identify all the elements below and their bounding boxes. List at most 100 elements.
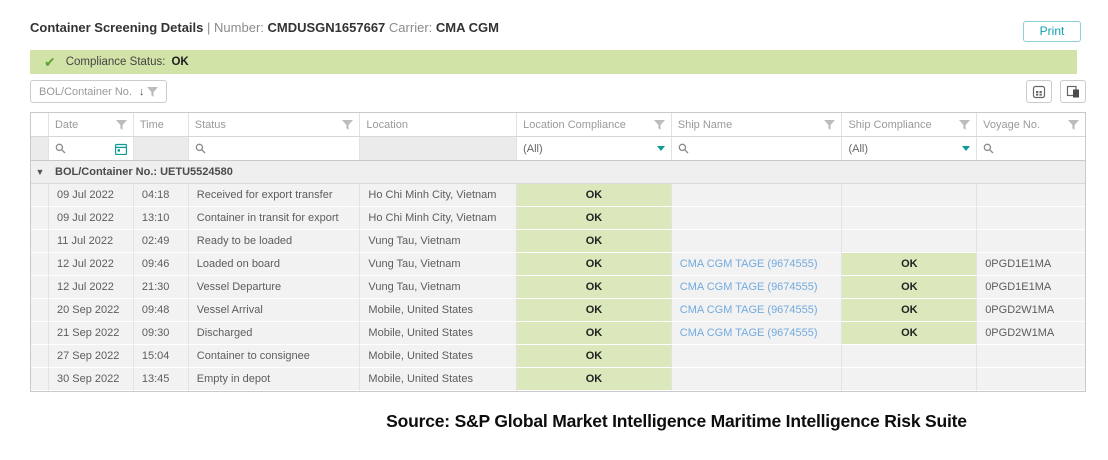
row-expander-cell <box>31 230 49 253</box>
cell-date: 12 Jul 2022 <box>49 276 134 299</box>
column-header-ship-compliance[interactable]: Ship Compliance <box>842 113 977 136</box>
cell-date: 11 Jul 2022 <box>49 230 134 253</box>
ship-compliance-filter-select[interactable]: (All) <box>842 137 977 160</box>
location-compliance-filter-value: (All) <box>523 143 543 155</box>
cell-voyage-no <box>977 230 1085 253</box>
export-button[interactable] <box>1026 80 1052 103</box>
filter-funnel-icon[interactable] <box>116 120 127 130</box>
cell-date: 20 Sep 2022 <box>49 299 134 322</box>
group-header-row: ▼ BOL/Container No.: UETU5524580 <box>31 161 1085 184</box>
cell-location-compliance: OK <box>517 184 672 207</box>
filter-funnel-icon[interactable] <box>824 120 835 130</box>
cell-ship-name: CMA CGM TAGE (9674555) <box>672 253 843 276</box>
cell-ship-name: CMA CGM TAGE (9674555) <box>672 322 843 345</box>
cell-time: 13:10 <box>134 207 189 230</box>
search-icon <box>195 143 206 154</box>
sort-descending-icon: ↓ <box>139 86 145 98</box>
filter-funnel-icon[interactable] <box>654 120 665 130</box>
table-row: 12 Jul 202209:46Loaded on boardVung Tau,… <box>31 253 1085 276</box>
cell-location-compliance: OK <box>517 276 672 299</box>
column-header-ship-name[interactable]: Ship Name <box>672 113 843 136</box>
ship-compliance-filter-value: (All) <box>848 143 868 155</box>
cell-status: Empty in depot <box>189 368 361 391</box>
cell-date: 09 Jul 2022 <box>49 207 134 230</box>
cell-ship-compliance <box>842 207 977 230</box>
column-label-status: Status <box>195 119 343 131</box>
compliance-status-value: OK <box>171 56 188 68</box>
location-compliance-filter-select[interactable]: (All) <box>517 137 672 160</box>
cell-location-compliance: OK <box>517 345 672 368</box>
cell-location-compliance: OK <box>517 322 672 345</box>
cell-time: 09:46 <box>134 253 189 276</box>
cell-status: Loaded on board <box>189 253 361 276</box>
filter-funnel-icon[interactable] <box>1068 120 1079 130</box>
ship-name-link[interactable]: CMA CGM TAGE (9674555) <box>680 327 818 339</box>
table-row: 12 Jul 202221:30Vessel DepartureVung Tau… <box>31 276 1085 299</box>
table-body: 09 Jul 202204:18Received for export tran… <box>31 184 1085 391</box>
cell-date: 30 Sep 2022 <box>49 368 134 391</box>
date-filter-input[interactable] <box>49 137 134 160</box>
cell-voyage-no: 0PGD1E1MA <box>977 276 1085 299</box>
cell-status: Container in transit for export <box>189 207 361 230</box>
table-row: 11 Jul 202202:49Ready to be loadedVung T… <box>31 230 1085 253</box>
column-label-location-compliance: Location Compliance <box>523 119 654 131</box>
cell-location: Ho Chi Minh City, Vietnam <box>360 207 517 230</box>
cell-location-compliance: OK <box>517 230 672 253</box>
chevron-down-icon <box>962 146 970 151</box>
choose-columns-button[interactable] <box>1060 80 1086 103</box>
cell-voyage-no <box>977 207 1085 230</box>
screening-events-table: Date Time Status Location Location Compl… <box>30 112 1086 392</box>
column-header-voyage-no[interactable]: Voyage No. <box>977 113 1085 136</box>
row-expander-cell <box>31 299 49 322</box>
voyage-no-filter-input[interactable] <box>977 137 1085 160</box>
ship-name-filter-input[interactable] <box>672 137 843 160</box>
cell-location: Mobile, United States <box>360 368 517 391</box>
row-expander-cell <box>31 368 49 391</box>
table-filter-row: (All) (All) <box>31 137 1085 161</box>
column-header-location[interactable]: Location <box>360 113 517 136</box>
status-filter-input[interactable] <box>189 137 361 160</box>
cell-date: 09 Jul 2022 <box>49 184 134 207</box>
cell-ship-name <box>672 230 843 253</box>
carrier-label: Carrier: <box>389 20 432 35</box>
header-expander-cell <box>31 113 49 136</box>
group-by-bol-control[interactable]: BOL/Container No. ↓ <box>30 80 167 103</box>
cell-voyage-no: 0PGD1E1MA <box>977 253 1085 276</box>
page-title: Container Screening Details | Number: CM… <box>30 20 499 35</box>
cell-time: 13:45 <box>134 368 189 391</box>
filter-funnel-icon[interactable] <box>959 120 970 130</box>
calendar-icon[interactable] <box>115 143 127 155</box>
column-label-voyage-no: Voyage No. <box>983 119 1068 131</box>
ship-name-link[interactable]: CMA CGM TAGE (9674555) <box>680 281 818 293</box>
cell-location: Vung Tau, Vietnam <box>360 230 517 253</box>
table-row: 09 Jul 202204:18Received for export tran… <box>31 184 1085 207</box>
column-header-location-compliance[interactable]: Location Compliance <box>517 113 672 136</box>
cell-ship-name <box>672 368 843 391</box>
filter-funnel-icon[interactable] <box>342 120 353 130</box>
column-header-status[interactable]: Status <box>189 113 361 136</box>
row-expander-cell <box>31 207 49 230</box>
time-filter-cell <box>134 137 189 160</box>
column-label-ship-compliance: Ship Compliance <box>848 119 959 131</box>
print-button[interactable]: Print <box>1023 21 1081 42</box>
cell-ship-name <box>672 207 843 230</box>
row-expander-cell <box>31 253 49 276</box>
ship-name-link[interactable]: CMA CGM TAGE (9674555) <box>680 258 818 270</box>
container-number: CMDUSGN1657667 <box>268 20 386 35</box>
source-attribution: Source: S&P Global Market Intelligence M… <box>0 411 1108 432</box>
cell-status: Vessel Arrival <box>189 299 361 322</box>
collapse-group-icon[interactable]: ▼ <box>31 167 49 177</box>
row-expander-cell <box>31 322 49 345</box>
ship-name-link[interactable]: CMA CGM TAGE (9674555) <box>680 304 818 316</box>
table-row: 30 Sep 202213:45Empty in depotMobile, Un… <box>31 368 1085 391</box>
export-icon <box>1032 85 1046 99</box>
number-label: Number: <box>214 20 264 35</box>
column-label-date: Date <box>55 119 116 131</box>
cell-voyage-no <box>977 184 1085 207</box>
cell-ship-name: CMA CGM TAGE (9674555) <box>672 299 843 322</box>
cell-location: Mobile, United States <box>360 299 517 322</box>
column-header-time[interactable]: Time <box>134 113 189 136</box>
column-header-date[interactable]: Date <box>49 113 134 136</box>
page-title-heading: Container Screening Details <box>30 20 203 35</box>
cell-ship-compliance: OK <box>842 322 977 345</box>
